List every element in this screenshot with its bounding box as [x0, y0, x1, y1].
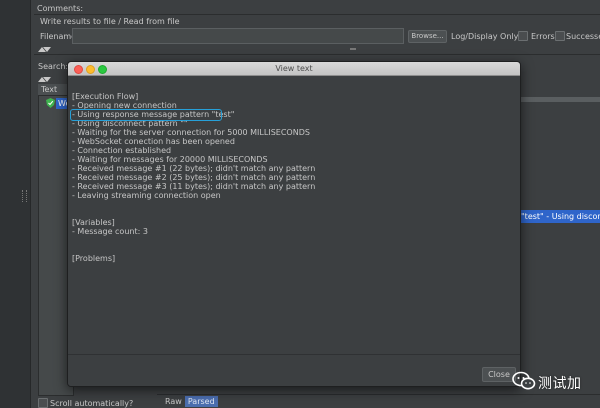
collapse-down-icon[interactable]	[43, 77, 51, 82]
text-line: - Message count: 3	[72, 227, 148, 236]
log-display-only-label: Log/Display Only:	[451, 32, 521, 41]
response-selected-line[interactable]: "test" - Using disconnect	[518, 210, 600, 223]
browse-button[interactable]: Browse...	[408, 30, 447, 43]
text-line: - Received message #3 (11 bytes); didn't…	[72, 182, 316, 191]
filename-input[interactable]	[72, 28, 404, 44]
text-line: [Problems]	[72, 254, 116, 263]
collapse-down-icon[interactable]	[43, 47, 51, 52]
scroll-automatically-label: Scroll automatically?	[50, 399, 134, 408]
divider	[34, 54, 600, 55]
splitter-handle[interactable]	[350, 48, 356, 50]
text-line: [Execution Flow]	[72, 92, 139, 101]
tree-header-label: Text	[41, 85, 58, 94]
errors-label: Errors	[531, 32, 555, 41]
left-side-strip	[0, 0, 31, 408]
text-view-area[interactable]: [Execution Flow] - Opening new connectio…	[71, 90, 517, 352]
splitter-grip[interactable]	[22, 190, 27, 202]
comments-label: Comments:	[37, 4, 84, 13]
wechat-icon	[512, 371, 536, 390]
search-label: Search:	[38, 62, 69, 71]
tab-raw[interactable]: Raw	[162, 396, 185, 407]
text-line: - Received message #1 (22 bytes); didn't…	[72, 164, 316, 173]
success-shield-icon	[46, 98, 55, 108]
text-line: - Connection established	[72, 146, 172, 155]
successes-label: Successes	[566, 32, 600, 41]
close-button[interactable]: Close	[482, 367, 516, 382]
text-line: - WebSocket conection has been opened	[72, 137, 235, 146]
text-line: - Waiting for messages for 20000 MILLISE…	[72, 155, 268, 164]
dialog-title: View text	[275, 64, 313, 73]
write-results-label: Write results to file / Read from file	[40, 17, 180, 26]
response-header-bar	[518, 97, 600, 102]
text-line: - Received message #2 (25 bytes); didn't…	[72, 173, 316, 182]
scroll-automatically-checkbox[interactable]	[38, 398, 48, 408]
text-line: [Variables]	[72, 218, 115, 227]
highlight-annotation-box	[70, 109, 222, 121]
text-line: - Leaving streaming connection open	[72, 191, 221, 200]
successes-checkbox[interactable]	[555, 31, 565, 41]
divider	[157, 394, 600, 395]
divider	[34, 14, 600, 15]
filename-label: Filename	[40, 32, 77, 41]
watermark-text: 测试加	[538, 376, 582, 392]
text-line: - Waiting for the server connection for …	[72, 128, 310, 137]
dialog-footer	[68, 354, 520, 386]
tab-parsed[interactable]: Parsed	[184, 396, 218, 407]
view-tabs: Raw Parsed	[162, 396, 218, 407]
dialog-titlebar[interactable]: View text	[68, 62, 520, 76]
errors-checkbox[interactable]	[518, 31, 528, 41]
